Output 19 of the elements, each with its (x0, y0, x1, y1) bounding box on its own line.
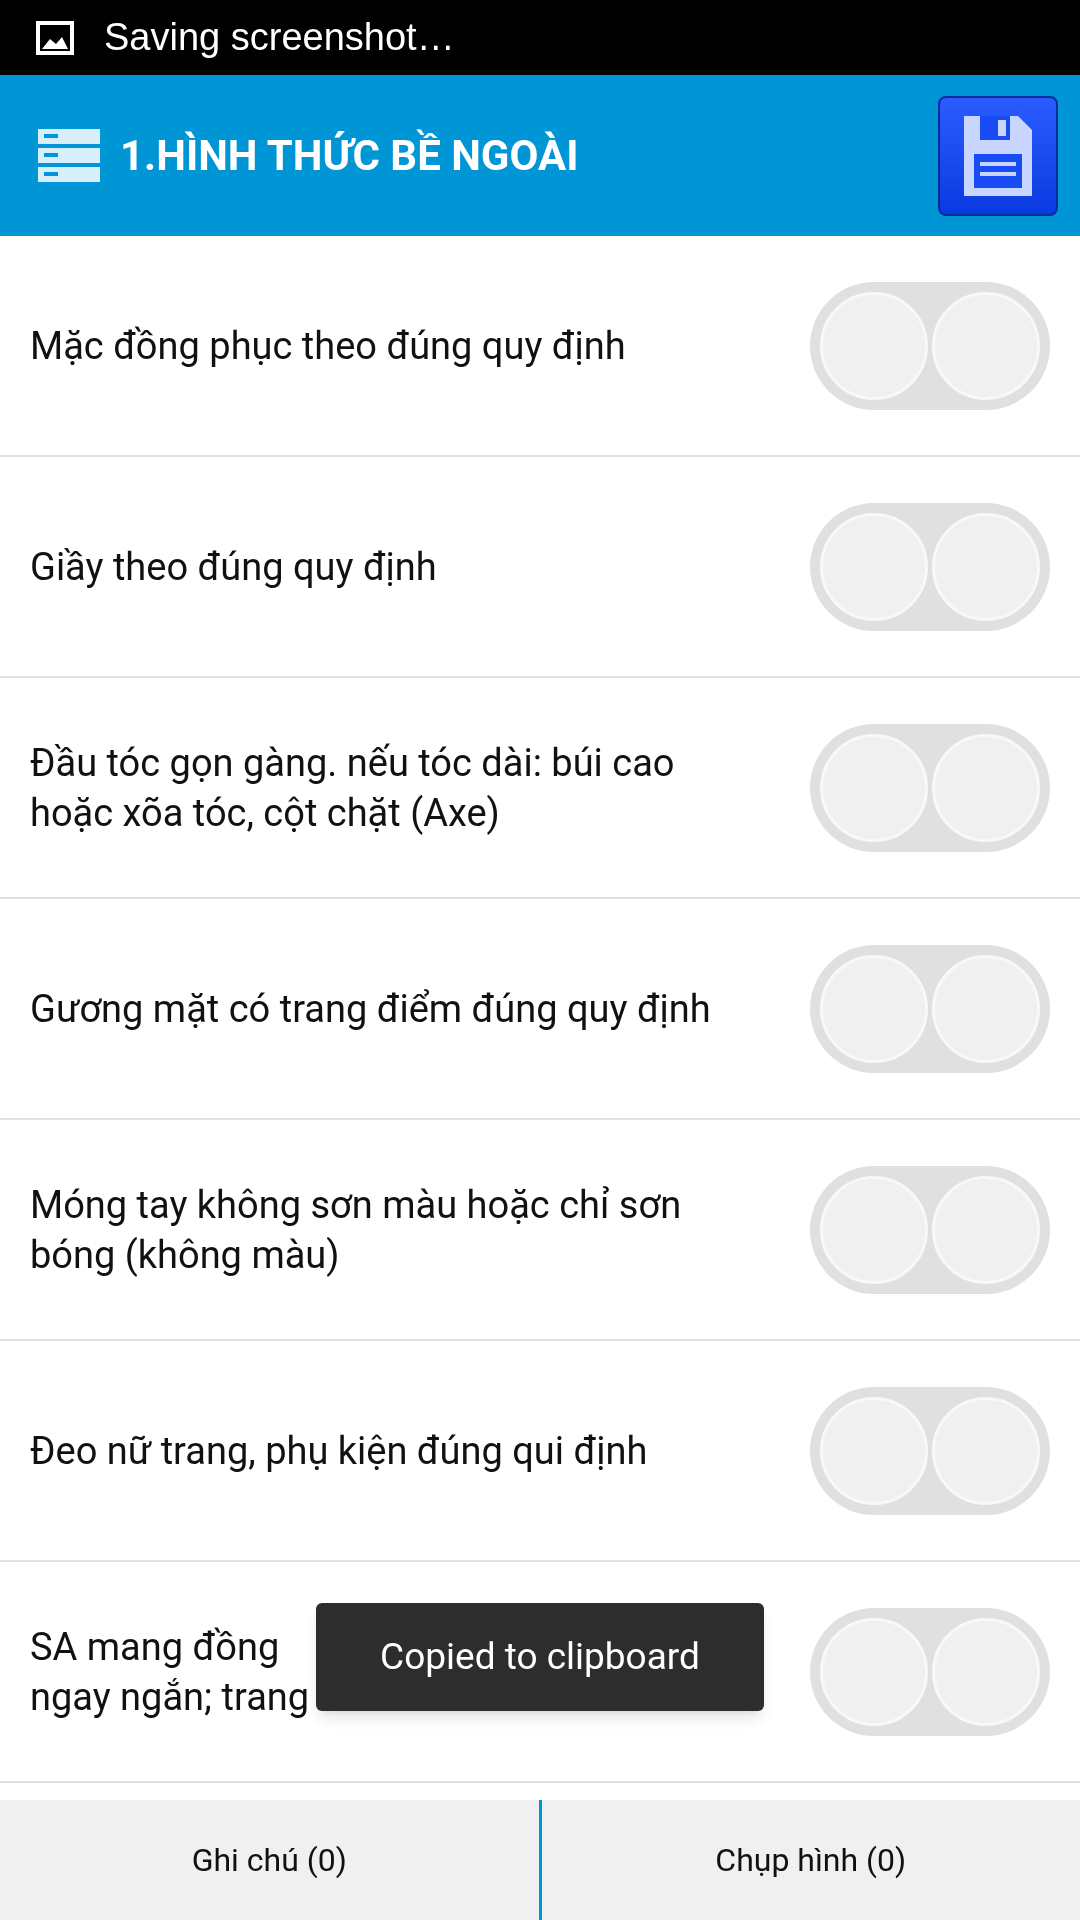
checklist-item-text: Mặc đồng phục theo đúng quy định (30, 322, 626, 370)
checklist-item-text: Giầy theo đúng quy định (30, 543, 437, 591)
bottom-tab[interactable]: Chụp hình (0) (538, 1800, 1080, 1920)
list-icon (38, 128, 100, 183)
save-icon (964, 115, 1032, 196)
checklist-item-text: SA mang đồng (30, 1623, 280, 1671)
bottom-tab[interactable]: Ghi chú (0) (0, 1800, 539, 1920)
checklist-item-text: hoặc xõa tóc, cột chặt (Axe) (30, 789, 500, 837)
checklist-item-text: Đeo nữ trang, phụ kiện đúng qui định (30, 1427, 648, 1475)
checklist-item-text: Gương mặt có trang điểm đúng quy định (30, 985, 711, 1033)
checklist-item-text: bóng (không màu) (30, 1231, 340, 1279)
image-icon (36, 20, 74, 55)
checklist-item-text: ngay ngắn; trang (30, 1673, 310, 1721)
header-title: 1.HÌNH THỨC BỀ NGOÀI (120, 128, 580, 182)
notification-text: Saving screenshot… (104, 15, 455, 60)
checklist-item-text: Đầu tóc gọn gàng. nếu tóc dài: búi cao (30, 739, 675, 787)
save-button[interactable] (938, 95, 1058, 216)
checklist-item-text: Móng tay không sơn màu hoặc chỉ sơn (30, 1181, 682, 1229)
toast-message: Copied to clipboard (316, 1603, 764, 1711)
